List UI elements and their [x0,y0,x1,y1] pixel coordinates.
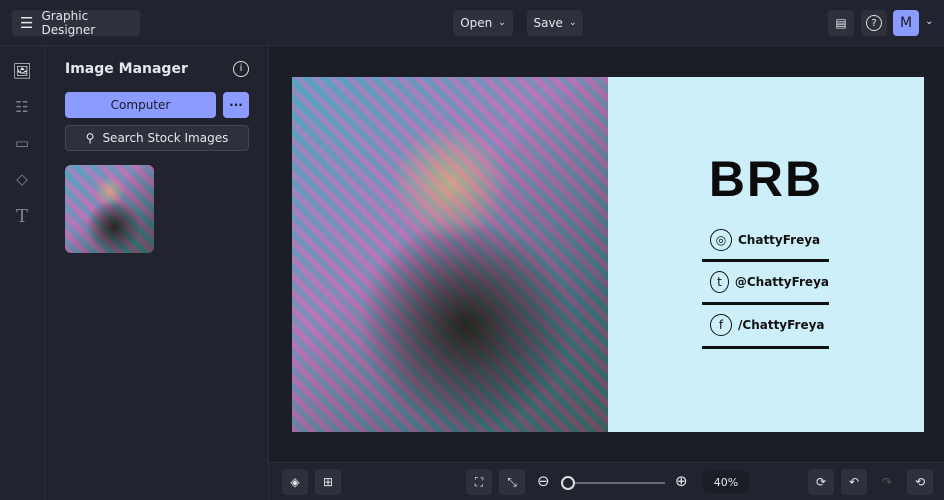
background-icon[interactable]: ▭ [12,134,32,154]
bottom-toolbar: ◈ ⊞ ⛶ ⤡ ⊖ ⊕ 40% ⟳ ↶ ↷ ⟲ [269,462,944,500]
layers-icon: ◈ [290,475,300,489]
instagram-icon: ◎ [710,229,732,251]
layers-button[interactable]: ◈ [282,469,308,495]
comment-icon: ▤ [835,16,847,30]
divider [702,259,829,262]
top-bar: ☰ Graphic Designer Open ⌄ Save ⌄ ▤ ? M ⌄ [0,0,944,46]
save-label: Save [533,16,563,30]
hamburger-icon: ☰ [20,14,34,32]
divider [702,346,829,349]
shrink-icon: ⤡ [507,474,517,489]
zoom-slider-handle[interactable] [561,476,576,490]
search-label: Search Stock Images [102,131,229,145]
undo-button[interactable]: ↶ [841,469,867,495]
history-button[interactable]: ⟲ [907,469,933,495]
app-title: Graphic Designer [41,9,96,37]
redo-button[interactable]: ↷ [874,469,900,495]
shrink-button[interactable]: ⤡ [499,469,525,495]
shapes-icon[interactable]: ◇ [12,170,32,190]
info-icon[interactable]: i [233,61,249,77]
open-label: Open [460,16,493,30]
image-manager-panel: Image Manager i Computer ··· ⚲ Search Sto… [45,46,269,500]
social-facebook[interactable]: f/ChattyFreya [702,314,829,336]
text-icon[interactable]: T [12,206,32,227]
zoom-in-icon[interactable]: ⊕ [675,472,688,490]
social-tumblr[interactable]: t @ChattyFreya [702,271,829,293]
history-icon: ⟲ [914,475,926,489]
image-thumbnail[interactable] [65,165,154,253]
search-stock-images-button[interactable]: ⚲ Search Stock Images [65,125,249,151]
design-canvas[interactable] [292,77,924,432]
search-icon: ⚲ [85,131,95,145]
fit-screen-button[interactable]: ⛶ [466,469,492,495]
redo-icon: ↷ [881,475,893,489]
brb-title[interactable]: BRB [692,150,840,208]
save-button[interactable]: Save ⌄ [527,10,583,36]
help-icon: ? [866,15,882,31]
help-button[interactable]: ? [861,10,887,36]
grid-icon: ⊞ [322,475,334,489]
undo-icon: ↶ [848,475,860,489]
tool-rail: 🖼︎ ☷ ▭ ◇ T [0,46,45,500]
divider [702,302,829,305]
chevron-down-icon: ⌄ [568,18,577,28]
social-instagram[interactable]: ◎ ChattyFreya [702,229,829,251]
replace-button[interactable]: ⟳ [808,469,834,495]
chevron-down-icon: ⌄ [498,18,506,28]
vr-photo[interactable] [292,77,608,432]
handle: ChattyFreya [738,233,821,247]
computer-upload-button[interactable]: Computer [65,92,216,118]
handle: @ChattyFreya [734,275,829,289]
open-button[interactable]: Open ⌄ [453,10,513,36]
zoom-out-icon[interactable]: ⊖ [537,472,550,490]
panel-title: Image Manager [65,61,188,77]
image-icon[interactable]: 🖼︎ [12,62,32,82]
zoom-slider[interactable] [561,476,665,490]
app-menu-button[interactable]: ☰ Graphic Designer [12,9,140,37]
zoom-value[interactable]: 40% [703,471,749,493]
more-options-button[interactable]: ··· [223,92,249,118]
expand-icon: ⛶ [474,474,484,489]
feedback-button[interactable]: ▤ [828,10,854,36]
handle: /ChattyFreya [738,318,825,332]
refresh-icon: ⟳ [815,475,827,489]
facebook-icon: f [710,314,732,336]
adjustments-icon[interactable]: ☷ [12,98,32,118]
tumblr-icon: t [710,271,729,293]
avatar[interactable]: M [893,10,919,36]
grid-button[interactable]: ⊞ [315,469,341,495]
chevron-down-icon[interactable]: ⌄ [925,16,933,27]
